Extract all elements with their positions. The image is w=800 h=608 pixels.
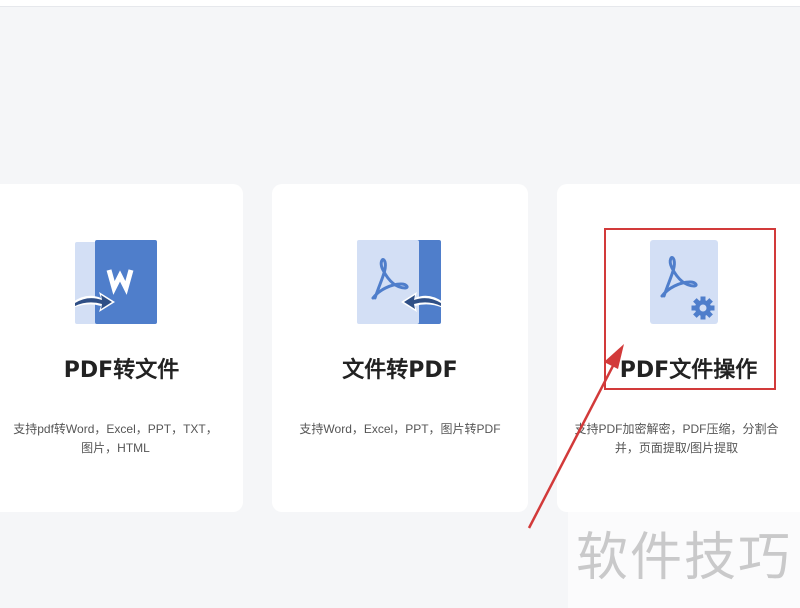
watermark: 软件技巧: [568, 508, 800, 608]
card-desc-line: 图片，HTML: [81, 441, 150, 455]
card-desc-line: 并，页面提取/图片提取: [614, 441, 739, 455]
card-pdf-to-file[interactable]: PDF转文件 支持pdf转Word，Excel，PPT，TXT， 图片，HTML: [0, 184, 243, 512]
card-desc-line: 支持pdf转Word，Excel，PPT，TXT，: [13, 422, 218, 436]
card-title: PDF转文件: [63, 358, 180, 383]
card-pdf-operations[interactable]: PDF文件操作 支持PDF加密解密，PDF压缩，分割合 并，页面提取/图片提取: [557, 184, 800, 512]
card-desc-line: 支持Word，Excel，PPT，图片转PDF: [299, 422, 501, 436]
pdf-to-word-icon: [73, 240, 157, 324]
file-to-pdf-icon: [357, 240, 443, 324]
card-description: 支持pdf转Word，Excel，PPT，TXT， 图片，HTML: [4, 420, 227, 458]
card-title: 文件转PDF: [342, 358, 458, 383]
pdf-settings-icon: [650, 240, 718, 324]
card-desc-line: 支持PDF加密解密，PDF压缩，分割合: [574, 422, 779, 436]
card-description: 支持Word，Excel，PPT，图片转PDF: [282, 420, 518, 439]
top-bar: [0, 0, 800, 7]
card-title: PDF文件操作: [619, 358, 758, 383]
card-description: 支持PDF加密解密，PDF压缩，分割合 并，页面提取/图片提取: [569, 420, 784, 458]
card-file-to-pdf[interactable]: 文件转PDF 支持Word，Excel，PPT，图片转PDF: [272, 184, 528, 512]
